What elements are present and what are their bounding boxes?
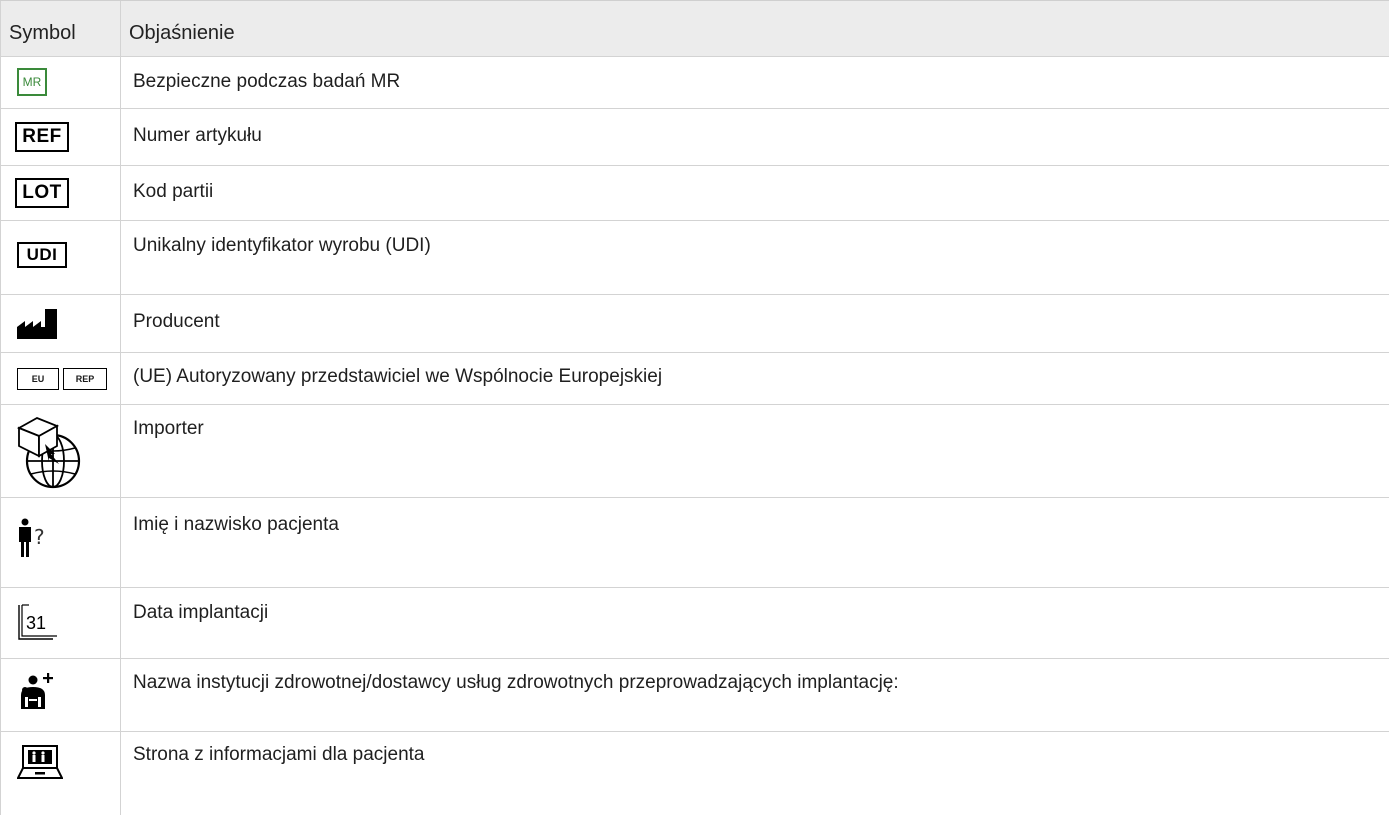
symbol-cell: 31 xyxy=(0,588,121,658)
explanation-text: Imię i nazwisko pacjenta xyxy=(133,514,339,535)
table-row: REF Numer artykułu xyxy=(0,109,1389,166)
explanation-text: Data implantacji xyxy=(133,602,269,623)
symbol-cell: UDI xyxy=(0,221,121,294)
symbol-cell xyxy=(0,659,121,731)
explanation-text: Strona z informacjami dla pacjenta xyxy=(133,744,425,765)
table-row: MR Bezpieczne podczas badań MR xyxy=(0,57,1389,109)
patient-info-website-icon xyxy=(17,745,63,779)
header-explanation-cell: Objaśnienie xyxy=(121,1,1389,56)
table-row: 31 Data implantacji xyxy=(0,588,1389,659)
mr-safe-icon: MR xyxy=(17,68,47,96)
rep-box: REP xyxy=(63,368,107,390)
rep-badge-text: REP xyxy=(75,374,95,384)
svg-text:?: ? xyxy=(34,525,45,549)
patient-name-icon: ? xyxy=(19,518,45,557)
implant-date-icon: 31 xyxy=(18,604,57,640)
table-row: ? Imię i nazwisko pacjenta xyxy=(0,498,1389,588)
explanation-text: Producent xyxy=(133,311,220,332)
table-row: LOT Kod partii xyxy=(0,166,1389,221)
explanation-cell: Unikalny identyfikator wyrobu (UDI) xyxy=(121,221,1389,294)
eu-box: EU xyxy=(17,368,59,390)
explanation-cell: Importer xyxy=(121,405,1389,497)
symbol-cell xyxy=(0,732,121,815)
explanation-cell: Strona z informacjami dla pacjenta xyxy=(121,732,1389,815)
explanation-text: Importer xyxy=(133,418,204,439)
symbol-cell: MR xyxy=(0,57,121,108)
explanation-cell: Bezpieczne podczas badań MR xyxy=(121,57,1389,108)
ref-badge-text: REF xyxy=(22,126,62,147)
explanation-cell: Kod partii xyxy=(121,166,1389,220)
symbol-cell xyxy=(0,405,121,497)
symbol-cell: LOT xyxy=(0,166,121,220)
header-explanation: Objaśnienie xyxy=(129,22,235,44)
manufacturer-icon xyxy=(17,309,57,339)
udi-icon: UDI xyxy=(17,242,67,268)
mr-badge-text: MR xyxy=(22,75,42,89)
lot-icon: LOT xyxy=(15,178,69,208)
symbol-cell: ? xyxy=(0,498,121,587)
udi-badge-text: UDI xyxy=(26,245,58,264)
header-symbol-cell: Symbol xyxy=(0,1,121,56)
explanation-text: Unikalny identyfikator wyrobu (UDI) xyxy=(133,235,431,256)
eu-badge-text: EU xyxy=(31,374,45,384)
table-row: Strona z informacjami dla pacjenta xyxy=(0,732,1389,815)
implant-date-badge: 31 xyxy=(26,613,46,633)
symbols-table: Symbol Objaśnienie MR Bezpieczne podczas… xyxy=(0,0,1389,815)
table-row: Producent xyxy=(0,295,1389,353)
symbol-cell xyxy=(0,295,121,352)
health-institution-icon xyxy=(21,673,53,709)
table-row: Nazwa instytucji zdrowotnej/dostawcy usł… xyxy=(0,659,1389,732)
lot-badge-text: LOT xyxy=(22,182,62,203)
explanation-text: Kod partii xyxy=(133,181,214,202)
symbol-cell: EU REP xyxy=(0,353,121,404)
explanation-text: Numer artykułu xyxy=(133,125,262,146)
table-row: Importer xyxy=(0,405,1389,498)
explanation-text: Bezpieczne podczas badań MR xyxy=(133,71,401,92)
explanation-cell: (UE) Autoryzowany przedstawiciel we Wspó… xyxy=(121,353,1389,404)
explanation-cell: Imię i nazwisko pacjenta xyxy=(121,498,1389,587)
importer-icon xyxy=(16,417,81,489)
header-symbol: Symbol xyxy=(9,22,76,44)
symbol-cell: REF xyxy=(0,109,121,165)
explanation-text: Nazwa instytucji zdrowotnej/dostawcy usł… xyxy=(133,672,899,693)
explanation-cell: Data implantacji xyxy=(121,588,1389,658)
eu-rep-icon: EU REP xyxy=(17,368,109,390)
table-row: UDI Unikalny identyfikator wyrobu (UDI) xyxy=(0,221,1389,295)
explanation-cell: Producent xyxy=(121,295,1389,352)
explanation-cell: Nazwa instytucji zdrowotnej/dostawcy usł… xyxy=(121,659,1389,731)
table-row: EU REP (UE) Autoryzowany przedstawiciel … xyxy=(0,353,1389,405)
explanation-cell: Numer artykułu xyxy=(121,109,1389,165)
table-header: Symbol Objaśnienie xyxy=(0,0,1389,57)
explanation-text: (UE) Autoryzowany przedstawiciel we Wspó… xyxy=(133,366,663,387)
ref-icon: REF xyxy=(15,122,69,152)
